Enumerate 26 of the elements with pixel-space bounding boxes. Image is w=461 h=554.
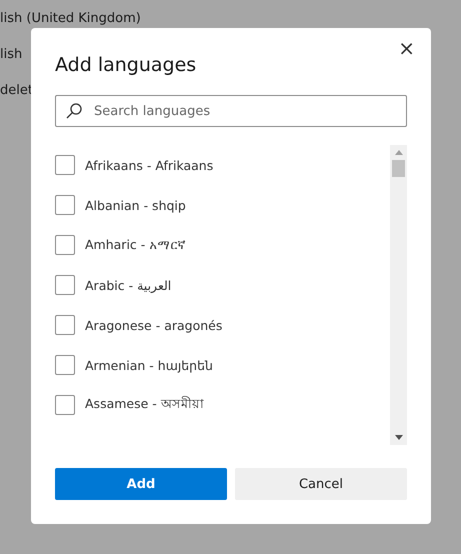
language-label: Arabic - العربية: [85, 278, 172, 292]
checkbox[interactable]: [55, 195, 75, 215]
language-label: Armenian - հայերեն: [85, 358, 213, 372]
close-button[interactable]: ×: [394, 36, 419, 60]
language-label: Afrikaans - Afrikaans: [85, 158, 214, 172]
checkbox[interactable]: [55, 395, 75, 415]
search-field[interactable]: Search languages: [55, 95, 407, 127]
scrollbar[interactable]: [390, 145, 407, 445]
language-label: Aragonese - aragonés: [85, 318, 222, 332]
scroll-up-icon[interactable]: [394, 150, 402, 155]
language-label: Albanian - shqip: [85, 198, 186, 212]
cancel-button[interactable]: Cancel: [235, 468, 407, 500]
checkbox[interactable]: [55, 235, 75, 255]
scroll-thumb[interactable]: [392, 160, 405, 177]
add-button[interactable]: Add: [55, 468, 227, 500]
language-label: Assamese - অসমীয়া: [85, 395, 204, 413]
setting-text: lish (United Kingdom): [0, 10, 141, 28]
checkbox[interactable]: [55, 315, 75, 335]
dialog-title: Add languages: [55, 53, 198, 78]
setting-text: delet: [0, 82, 33, 100]
checkbox[interactable]: [55, 155, 75, 175]
checkbox[interactable]: [55, 355, 75, 375]
scroll-down-icon[interactable]: [394, 435, 402, 440]
checkbox[interactable]: [55, 275, 75, 295]
language-label: Amharic - አማርኛ: [85, 237, 186, 253]
setting-text: lish: [0, 46, 22, 64]
